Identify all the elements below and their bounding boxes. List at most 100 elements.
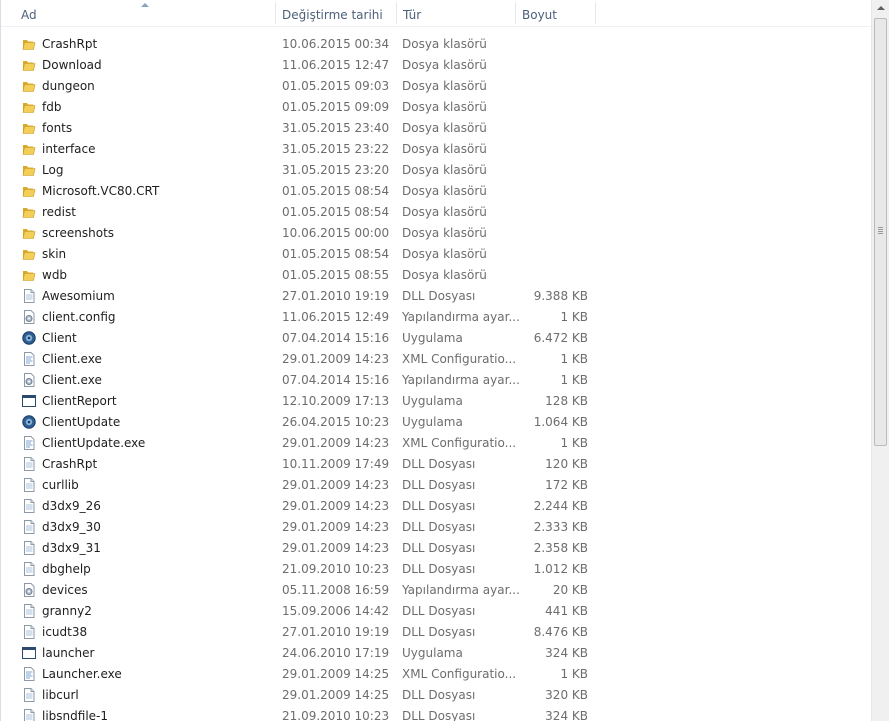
- file-row[interactable]: curllib 29.01.2009 14:23 DLL Dosyası 172 KB: [1, 475, 871, 496]
- column-divider[interactable]: [595, 2, 596, 24]
- folder-row[interactable]: interface 31.05.2015 23:22 Dosya klasörü: [1, 139, 871, 160]
- folder-icon: [22, 100, 36, 114]
- file-row[interactable]: ClientReport 12.10.2009 17:13 Uygulama 128 …: [1, 391, 871, 412]
- file-date: 01.05.2015 08:54: [282, 247, 390, 261]
- file-name: interface: [42, 142, 96, 156]
- file-row[interactable]: icudt38 27.01.2010 19:19 DLL Dosyası 8.476 …: [1, 622, 871, 643]
- file-name: CrashRpt: [42, 457, 98, 471]
- folder-icon: [22, 79, 36, 93]
- file-row[interactable]: CrashRpt 10.11.2009 17:49 DLL Dosyası 120 K…: [1, 454, 871, 475]
- file-name: Client.exe: [42, 373, 102, 387]
- file-row[interactable]: d3dx9_31 29.01.2009 14:23 DLL Dosyası 2.358…: [1, 538, 871, 559]
- file-size: 320 KB: [545, 688, 588, 702]
- file-row[interactable]: devices 05.11.2008 16:59 Yapılandırma ayar…: [1, 580, 871, 601]
- file-date: 26.04.2015 10:23: [282, 415, 390, 429]
- column-header-size[interactable]: Boyut: [516, 0, 595, 26]
- file-name: Download: [42, 58, 102, 72]
- file-name: launcher: [42, 646, 95, 660]
- file-row[interactable]: dbghelp 21.09.2010 10:23 DLL Dosyası 1.012 …: [1, 559, 871, 580]
- file-date: 07.04.2014 15:16: [282, 331, 390, 345]
- file-type: Uygulama: [402, 646, 463, 660]
- file-date: 11.06.2015 12:47: [282, 58, 390, 72]
- folder-row[interactable]: Microsoft.VC80.CRT 01.05.2015 08:54 Dosya …: [1, 181, 871, 202]
- file-row[interactable]: Launcher.exe 29.01.2009 14:25 XML Configur…: [1, 664, 871, 685]
- file-size: 1.012 KB: [533, 562, 588, 576]
- file-name: screenshots: [42, 226, 115, 240]
- file-type: XML Configuratio...: [402, 352, 517, 366]
- file-row[interactable]: d3dx9_30 29.01.2009 14:23 DLL Dosyası 2.333…: [1, 517, 871, 538]
- sort-ascending-icon: [141, 3, 149, 7]
- dll-file-icon: [22, 709, 36, 721]
- file-row[interactable]: launcher 24.06.2010 17:19 Uygulama 324 KB: [1, 643, 871, 664]
- file-name: Awesomium: [42, 289, 115, 303]
- scroll-thumb[interactable]: [874, 18, 887, 446]
- file-size: 6.472 KB: [533, 331, 588, 345]
- folder-row[interactable]: Log 31.05.2015 23:20 Dosya klasörü: [1, 160, 871, 181]
- file-name: granny2: [42, 604, 92, 618]
- folder-icon: [22, 58, 36, 72]
- folder-row[interactable]: redist 01.05.2015 08:54 Dosya klasörü: [1, 202, 871, 223]
- file-row[interactable]: libcurl 29.01.2009 14:25 DLL Dosyası 320 KB: [1, 685, 871, 706]
- scroll-grip-line: [878, 227, 883, 228]
- file-date: 15.09.2006 14:42: [282, 604, 390, 618]
- file-type: Yapılandırma ayar...: [402, 310, 520, 324]
- file-size: 1 KB: [560, 352, 588, 366]
- file-date: 27.01.2010 19:19: [282, 625, 390, 639]
- file-date: 12.10.2009 17:13: [282, 394, 390, 408]
- file-type: Dosya klasörü: [402, 247, 487, 261]
- file-date: 31.05.2015 23:22: [282, 142, 390, 156]
- folder-row[interactable]: Download 11.06.2015 12:47 Dosya klasörü: [1, 55, 871, 76]
- file-row[interactable]: libsndfile-1 21.09.2010 10:23 DLL Dosyası 3…: [1, 706, 871, 721]
- column-header-date[interactable]: Değiştirme tarihi: [276, 0, 396, 26]
- file-date: 11.06.2015 12:49: [282, 310, 390, 324]
- file-name: libsndfile-1: [42, 709, 108, 721]
- file-row[interactable]: ClientUpdate 26.04.2015 10:23 Uygulama 1.06…: [1, 412, 871, 433]
- folder-row[interactable]: fdb 01.05.2015 09:09 Dosya klasörü: [1, 97, 871, 118]
- file-name: client.config: [42, 310, 116, 324]
- folder-row[interactable]: skin 01.05.2015 08:54 Dosya klasörü: [1, 244, 871, 265]
- dll-file-icon: [22, 688, 36, 702]
- file-name: Microsoft.VC80.CRT: [42, 184, 160, 198]
- column-header-bar: Ad Değiştirme tarihi Tür Boyut: [1, 0, 871, 27]
- folder-icon: [22, 247, 36, 261]
- folder-row[interactable]: screenshots 10.06.2015 00:00 Dosya klasörü: [1, 223, 871, 244]
- scroll-grip-line: [878, 233, 883, 234]
- file-type: Dosya klasörü: [402, 268, 487, 282]
- file-row[interactable]: Client 07.04.2014 15:16 Uygulama 6.472 KB: [1, 328, 871, 349]
- folder-row[interactable]: dungeon 01.05.2015 09:03 Dosya klasörü: [1, 76, 871, 97]
- file-row[interactable]: Awesomium 27.01.2010 19:19 DLL Dosyası 9.38…: [1, 286, 871, 307]
- file-type: DLL Dosyası: [402, 562, 476, 576]
- file-size: 324 KB: [545, 709, 588, 721]
- xml-file-icon: [22, 352, 36, 366]
- file-date: 29.01.2009 14:25: [282, 667, 390, 681]
- file-row[interactable]: granny2 15.09.2006 14:42 DLL Dosyası 441 KB: [1, 601, 871, 622]
- file-type: DLL Dosyası: [402, 688, 476, 702]
- file-row[interactable]: d3dx9_26 29.01.2009 14:23 DLL Dosyası 2.244…: [1, 496, 871, 517]
- file-size: 2.244 KB: [533, 499, 588, 513]
- vertical-scrollbar[interactable]: [871, 0, 889, 721]
- config-file-icon: [22, 373, 36, 387]
- file-date: 29.01.2009 14:23: [282, 541, 390, 555]
- file-name: icudt38: [42, 625, 88, 639]
- file-size: 172 KB: [545, 478, 588, 492]
- file-row[interactable]: ClientUpdate.exe 29.01.2009 14:23 XML Conf…: [1, 433, 871, 454]
- file-name: ClientUpdate: [42, 415, 121, 429]
- dll-file-icon: [22, 625, 36, 639]
- scroll-up-button[interactable]: [872, 0, 889, 17]
- folder-icon: [22, 268, 36, 282]
- dll-file-icon: [22, 604, 36, 618]
- folder-row[interactable]: wdb 01.05.2015 08:55 Dosya klasörü: [1, 265, 871, 286]
- file-name: devices: [42, 583, 88, 597]
- dll-file-icon: [22, 520, 36, 534]
- file-row[interactable]: client.config 11.06.2015 12:49 Yapılandırm…: [1, 307, 871, 328]
- folder-icon: [22, 37, 36, 51]
- file-row[interactable]: Client.exe 29.01.2009 14:23 XML Configurat…: [1, 349, 871, 370]
- folder-row[interactable]: fonts 31.05.2015 23:40 Dosya klasörü: [1, 118, 871, 139]
- file-date: 01.05.2015 09:09: [282, 100, 390, 114]
- file-type: DLL Dosyası: [402, 541, 476, 555]
- folder-row[interactable]: CrashRpt 10.06.2015 00:34 Dosya klasörü: [1, 34, 871, 55]
- file-date: 01.05.2015 08:54: [282, 184, 390, 198]
- column-header-type[interactable]: Tür: [397, 0, 515, 26]
- file-row[interactable]: Client.exe 07.04.2014 15:16 Yapılandırma a…: [1, 370, 871, 391]
- file-name: ClientReport: [42, 394, 117, 408]
